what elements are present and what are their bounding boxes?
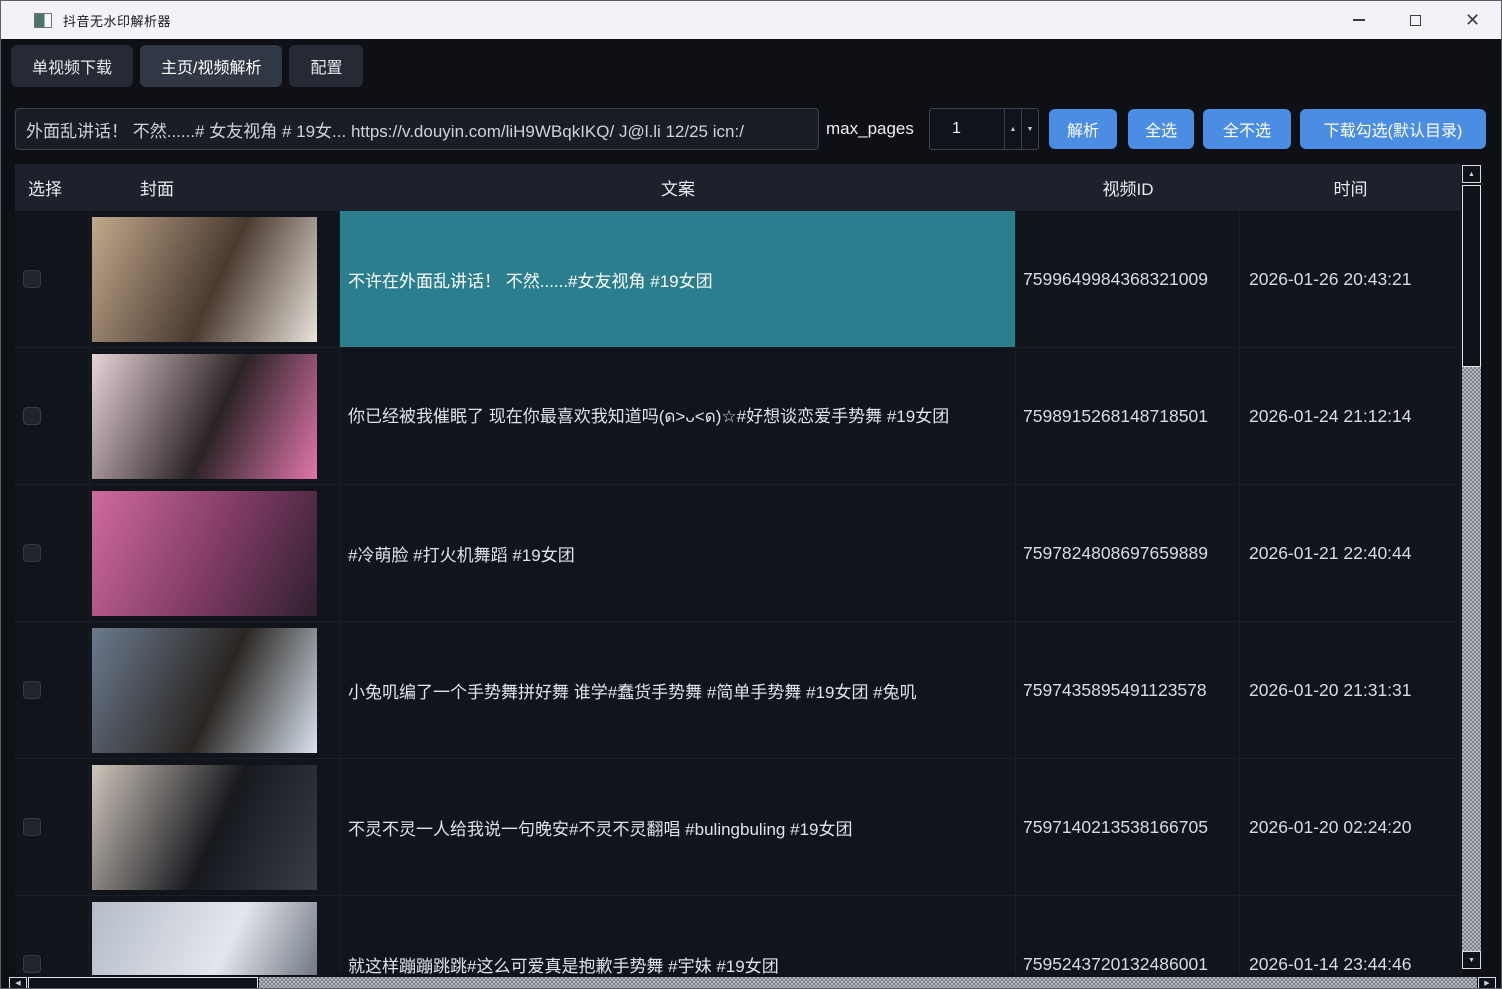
chevron-down-icon: ▼ xyxy=(1027,126,1034,133)
row-checkbox[interactable] xyxy=(23,681,41,699)
deselect-all-button[interactable]: 全不选 xyxy=(1203,109,1291,149)
minimize-icon xyxy=(1353,19,1365,21)
select-cell xyxy=(15,211,90,347)
tab-home-video-parse[interactable]: 主页/视频解析 xyxy=(140,45,282,87)
select-all-button[interactable]: 全选 xyxy=(1128,109,1194,149)
select-cell xyxy=(15,622,90,758)
row-checkbox[interactable] xyxy=(23,270,41,288)
tab-single-video-download[interactable]: 单视频下载 xyxy=(11,45,133,87)
scroll-up-button[interactable]: ▲ xyxy=(1462,165,1481,183)
cover-cell xyxy=(90,348,340,484)
tab-config[interactable]: 配置 xyxy=(289,45,363,87)
cover-thumbnail[interactable] xyxy=(92,765,317,890)
vertical-scrollbar-track[interactable] xyxy=(1462,367,1481,951)
select-cell xyxy=(15,896,90,975)
cover-cell xyxy=(90,622,340,758)
horizontal-scrollbar-track[interactable] xyxy=(259,977,1477,989)
time-cell[interactable]: 2026-01-26 20:43:21 xyxy=(1240,211,1461,347)
row-checkbox[interactable] xyxy=(23,544,41,562)
video-id-cell[interactable]: 7597435895491123578 xyxy=(1016,622,1240,758)
table-row: 不许在外面乱讲话！ 不然......#女友视角 #19女团 7599649984… xyxy=(15,211,1461,348)
cover-cell xyxy=(90,759,340,895)
table-row: #冷萌脸 #打火机舞蹈 #19女团 7597824808697659889 20… xyxy=(15,485,1461,622)
select-cell xyxy=(15,759,90,895)
video-id-cell[interactable]: 7595243720132486001 xyxy=(1016,896,1240,975)
vertical-scrollbar-thumb[interactable] xyxy=(1462,185,1481,367)
header-select[interactable]: 选择 xyxy=(15,164,90,211)
select-cell xyxy=(15,348,90,484)
table-header: 选择 封面 文案 视频ID 时间 xyxy=(15,164,1461,211)
arrow-right-icon: ▶ xyxy=(1484,980,1489,987)
video-id-cell[interactable]: 7599649984368321009 xyxy=(1016,211,1240,347)
arrow-up-icon: ▲ xyxy=(1468,171,1475,178)
cover-thumbnail[interactable] xyxy=(92,902,317,976)
download-selected-button[interactable]: 下载勾选(默认目录) xyxy=(1300,109,1486,149)
cover-cell xyxy=(90,896,340,975)
table-row: 小兔叽编了一个手势舞拼好舞 谁学#蠢货手势舞 #简单手势舞 #19女团 #兔叽 … xyxy=(15,622,1461,759)
video-id-cell[interactable]: 7597140213538166705 xyxy=(1016,759,1240,895)
cover-thumbnail[interactable] xyxy=(92,628,317,753)
header-caption[interactable]: 文案 xyxy=(340,164,1016,211)
cover-cell xyxy=(90,211,340,347)
titlebar: 抖音无水印解析器 ✕ xyxy=(1,1,1501,39)
parse-button[interactable]: 解析 xyxy=(1049,109,1117,149)
time-cell[interactable]: 2026-01-20 02:24:20 xyxy=(1240,759,1461,895)
spinner-up-button[interactable]: ▲ xyxy=(1004,109,1021,149)
app-icon xyxy=(34,13,52,28)
arrow-left-icon: ◀ xyxy=(15,980,20,987)
table-row: 就这样蹦蹦跳跳#这么可爱真是抱歉手势舞 #宇妹 #19女团 7595243720… xyxy=(15,896,1461,975)
max-pages-label: max_pages xyxy=(826,108,914,150)
scroll-down-button[interactable]: ▼ xyxy=(1462,951,1481,969)
window-title: 抖音无水印解析器 xyxy=(63,11,171,30)
video-id-cell[interactable]: 7597824808697659889 xyxy=(1016,485,1240,621)
spinner-down-button[interactable]: ▼ xyxy=(1021,109,1038,149)
header-time[interactable]: 时间 xyxy=(1240,164,1461,211)
cover-thumbnail[interactable] xyxy=(92,217,317,342)
cover-thumbnail[interactable] xyxy=(92,491,317,616)
horizontal-scrollbar-thumb[interactable] xyxy=(28,977,258,989)
time-cell[interactable]: 2026-01-24 21:12:14 xyxy=(1240,348,1461,484)
max-pages-spinner[interactable]: 1 ▲ ▼ xyxy=(929,108,1039,150)
close-button[interactable]: ✕ xyxy=(1444,1,1501,39)
maximize-icon xyxy=(1410,15,1421,26)
time-cell[interactable]: 2026-01-14 23:44:46 xyxy=(1240,896,1461,975)
app-window: 抖音无水印解析器 ✕ 单视频下载 主页/视频解析 配置 max_pages 1 … xyxy=(0,0,1502,989)
table-row: 不灵不灵一人给我说一句晚安#不灵不灵翻唱 #bulingbuling #19女团… xyxy=(15,759,1461,896)
scroll-right-button[interactable]: ▶ xyxy=(1478,977,1496,989)
caption-cell[interactable]: 不灵不灵一人给我说一句晚安#不灵不灵翻唱 #bulingbuling #19女团 xyxy=(340,759,1016,895)
row-checkbox[interactable] xyxy=(23,955,41,973)
table-row: 你已经被我催眠了 现在你最喜欢我知道吗(ด>ᴗ<ด)☆#好想谈恋爱手势舞 #19… xyxy=(15,348,1461,485)
chevron-up-icon: ▲ xyxy=(1010,126,1017,133)
caption-cell[interactable]: 你已经被我催眠了 现在你最喜欢我知道吗(ด>ᴗ<ด)☆#好想谈恋爱手势舞 #19… xyxy=(340,348,1016,484)
select-cell xyxy=(15,485,90,621)
header-cover[interactable]: 封面 xyxy=(90,164,340,211)
caption-cell[interactable]: #冷萌脸 #打火机舞蹈 #19女团 xyxy=(340,485,1016,621)
table-body: 不许在外面乱讲话！ 不然......#女友视角 #19女团 7599649984… xyxy=(15,211,1461,975)
time-cell[interactable]: 2026-01-21 22:40:44 xyxy=(1240,485,1461,621)
header-video-id[interactable]: 视频ID xyxy=(1016,164,1240,211)
row-checkbox[interactable] xyxy=(23,407,41,425)
window-controls: ✕ xyxy=(1330,1,1501,39)
caption-cell[interactable]: 不许在外面乱讲话！ 不然......#女友视角 #19女团 xyxy=(340,211,1016,347)
cover-cell xyxy=(90,485,340,621)
arrow-down-icon: ▼ xyxy=(1468,957,1475,964)
minimize-button[interactable] xyxy=(1330,1,1387,39)
maximize-button[interactable] xyxy=(1387,1,1444,39)
url-input[interactable] xyxy=(15,108,819,150)
max-pages-value: 1 xyxy=(930,109,1004,149)
cover-thumbnail[interactable] xyxy=(92,354,317,479)
tab-bar: 单视频下载 主页/视频解析 配置 xyxy=(11,45,363,87)
time-cell[interactable]: 2026-01-20 21:31:31 xyxy=(1240,622,1461,758)
row-checkbox[interactable] xyxy=(23,818,41,836)
close-icon: ✕ xyxy=(1465,10,1480,31)
caption-cell[interactable]: 就这样蹦蹦跳跳#这么可爱真是抱歉手势舞 #宇妹 #19女团 xyxy=(340,896,1016,975)
caption-cell[interactable]: 小兔叽编了一个手势舞拼好舞 谁学#蠢货手势舞 #简单手势舞 #19女团 #兔叽 xyxy=(340,622,1016,758)
scroll-left-button[interactable]: ◀ xyxy=(9,977,27,989)
video-id-cell[interactable]: 7598915268148718501 xyxy=(1016,348,1240,484)
